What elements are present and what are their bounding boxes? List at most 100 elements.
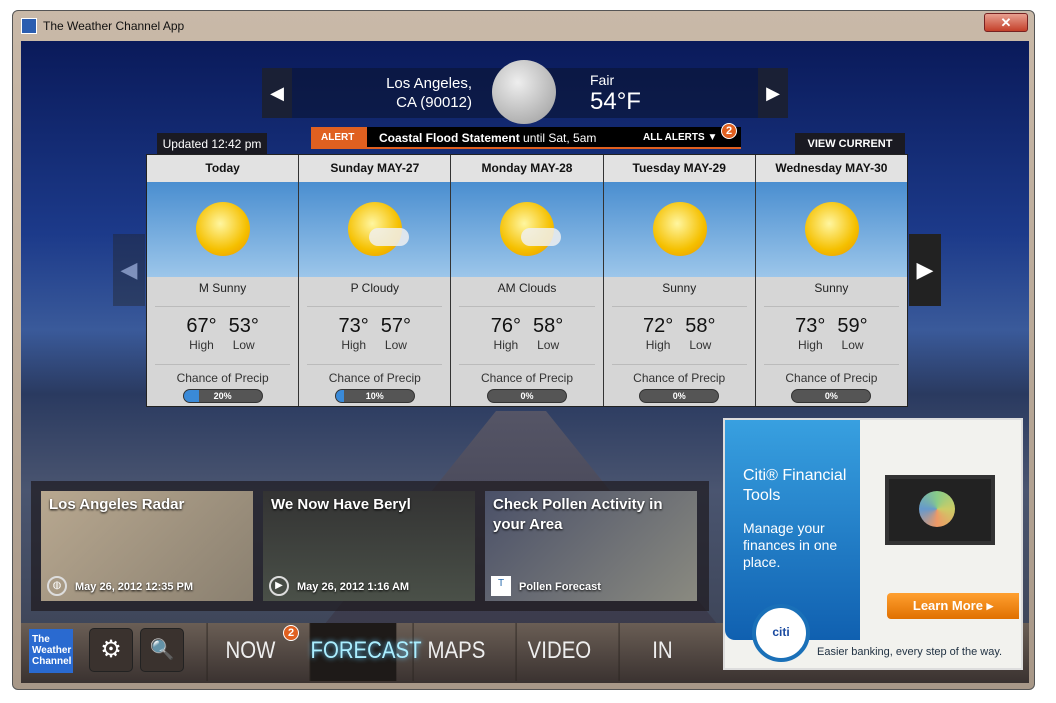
tab-forecast[interactable]: FORECAST [309,623,422,681]
precip-label: Chance of Precip [155,364,291,385]
globe-icon: ◍ [47,576,67,596]
high-label: High [341,338,367,352]
day-label: Tuesday MAY-29 [603,155,755,182]
low-label: Low [689,338,712,352]
prev-forecast-button[interactable]: ◀ [113,234,145,306]
tile-footer: May 26, 2012 12:35 PM [75,581,194,593]
sky [755,182,908,277]
forecast-day[interactable]: Wednesday MAY-30 Sunny 73° High 59° Low Ch… [755,155,908,406]
city: Los Angeles, [386,75,472,92]
sun-icon [804,202,859,256]
condition: P Cloudy [307,281,443,307]
next-location-button[interactable]: ▶ [758,68,788,118]
learn-more-button[interactable]: Learn More ▸ [887,593,1019,619]
tile-video[interactable]: We Now Have Beryl ▶ May 26, 2012 1:16 AM [263,491,475,601]
sky [451,182,603,277]
alert-tag: ALERT [311,127,367,149]
search-button[interactable]: 🔍 [140,628,184,672]
tab-maps[interactable]: MAPS [412,623,500,681]
condition: AM Clouds [459,281,595,307]
alert-bar[interactable]: ALERT Coastal Flood Statement until Sat,… [311,123,741,149]
temps: 73° High 59° Low [756,315,907,352]
high-label: High [189,338,214,352]
low-label: Low [384,338,407,352]
low-label: Low [841,338,864,352]
temps: 67° High 53° Low [147,315,298,352]
location-header: ◀ Los Angeles, CA (90012) Fair 54°F ▶ [262,60,788,124]
updated-time: Updated 12:42 pm [157,133,267,155]
precip-label: Chance of Precip [459,364,595,385]
location-name: Los Angeles, CA (90012) [372,74,472,112]
tab-in-season[interactable]: IN SEASON [618,623,706,681]
close-button[interactable]: ✕ [984,13,1028,32]
alert-title: Coastal Flood Statement [379,131,520,145]
play-icon: ▶ [269,576,289,596]
twc-logo[interactable]: The Weather Channel [29,629,73,673]
citi-ad[interactable]: Citi® Financial Tools Manage your financ… [723,418,1023,670]
current-temperature: 54°F [590,88,641,115]
tile-radar[interactable]: Los Angeles Radar ◍ May 26, 2012 12:35 P… [41,491,253,601]
sun-icon [652,202,707,256]
low-temp: 58° [685,315,716,337]
settings-button[interactable]: ⚙ [89,628,133,672]
day-label: Sunday MAY-27 [299,155,451,182]
cloud-icon [521,228,562,246]
news-tiles: Los Angeles Radar ◍ May 26, 2012 12:35 P… [31,481,709,611]
current-condition: Fair [590,72,615,88]
high-temp: 73° [795,315,826,337]
precip-bar: 0% [791,389,872,403]
low-temp: 57° [380,315,412,337]
app-icon [21,18,37,34]
view-current-button[interactable]: VIEW CURRENT [795,133,905,155]
prev-location-button[interactable]: ◀ [262,68,292,118]
precip-value: 0% [672,391,686,401]
condition: M Sunny [155,281,291,307]
app-window: The Weather Channel App ✕ ◀ Los Angeles,… [12,10,1035,690]
high-temp: 73° [338,315,369,337]
precip-bar: 0% [487,389,567,403]
tab-video[interactable]: VIDEO [515,623,603,681]
low-temp: 59° [837,315,868,337]
now-badge: 2 [283,625,299,641]
precip-value: 0% [520,391,534,401]
tile-title: Los Angeles Radar [49,496,185,513]
next-forecast-button[interactable]: ▶ [909,234,941,306]
tile-footer: Pollen Forecast [519,581,601,593]
precip-label: Chance of Precip [307,364,443,385]
low-label: Low [537,338,560,352]
laptop-image [885,475,995,545]
forecast-day[interactable]: Monday MAY-28 AM Clouds 76° High 58° Low C… [451,155,603,406]
high-temp: 76° [490,315,521,337]
citi-logo: citi [752,604,810,662]
temps: 76° High 58° Low [451,315,602,352]
alert-message[interactable]: Coastal Flood Statement until Sat, 5am [379,127,596,149]
sky [299,182,451,277]
precip-bar: 20% [182,389,263,403]
precip-value: 10% [365,391,384,401]
sky [603,182,755,277]
region: CA (90012) [396,94,472,111]
gear-icon: ⚙ [100,636,122,663]
twc-logo-icon: T [491,576,511,596]
forecast-day[interactable]: Sunday MAY-27 P Cloudy 73° High 57° Low Ch… [299,155,451,406]
tab-now[interactable]: NOW [206,623,294,681]
window-title: The Weather Channel App [43,19,185,33]
precip-bar: 0% [639,389,720,403]
all-alerts-dropdown[interactable]: ALL ALERTS ▼ [643,127,717,149]
high-label: High [493,338,519,352]
cloud-icon [369,228,410,246]
temps: 72° High 58° Low [604,315,755,352]
precip-value: 20% [213,391,232,401]
forecast-panel: Today M Sunny 67° High 53° Low Chance of P… [146,154,908,407]
high-label: High [645,338,671,352]
forecast-day[interactable]: Today M Sunny 67° High 53° Low Chance of P… [147,155,299,406]
sky [147,182,299,277]
title-bar: The Weather Channel App ✕ [13,11,1034,41]
condition: Sunny [763,281,900,307]
search-icon: 🔍 [149,639,175,661]
tile-pollen[interactable]: Check Pollen Activity in your Area T Pol… [485,491,697,601]
sun-icon [196,202,250,256]
forecast-day[interactable]: Tuesday MAY-29 Sunny 72° High 58° Low Chan… [603,155,755,406]
tile-title: We Now Have Beryl [271,496,411,513]
tile-footer: May 26, 2012 1:16 AM [297,581,410,593]
